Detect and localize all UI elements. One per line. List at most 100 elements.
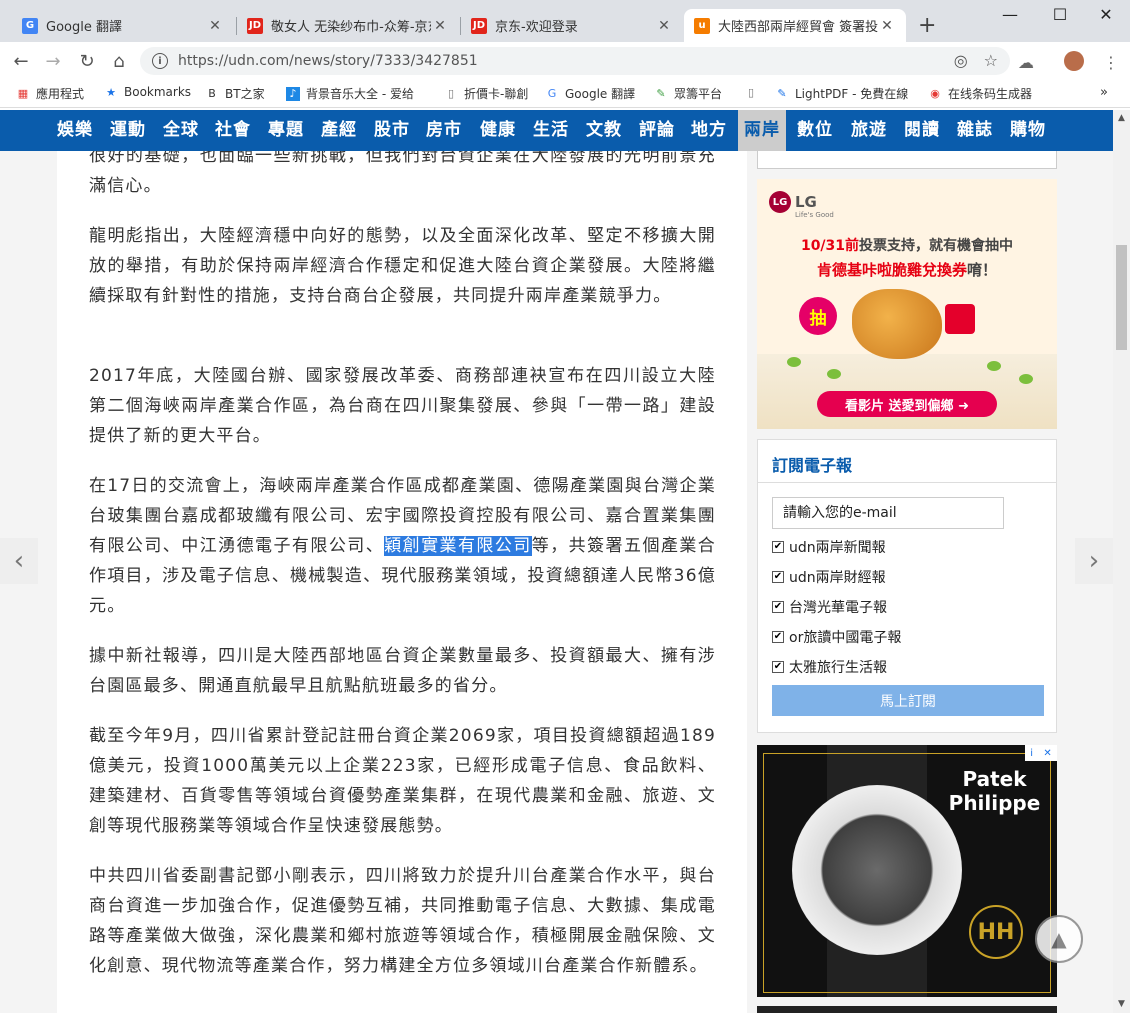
avatar[interactable]	[1064, 51, 1084, 71]
cloud-icon[interactable]: ☁	[1018, 53, 1034, 72]
nav-item[interactable]: 娛樂	[57, 110, 93, 151]
sprout-icon	[787, 357, 801, 367]
scroll-to-top-icon[interactable]: ▲	[1035, 915, 1083, 963]
nav-item[interactable]: 全球	[163, 110, 199, 151]
nav-item-active[interactable]: 兩岸	[738, 110, 786, 151]
menu-icon[interactable]: ⋮	[1103, 53, 1119, 72]
barcode-icon: ◉	[930, 87, 940, 100]
sidebar-top-box	[757, 151, 1057, 169]
star-icon[interactable]: ☆	[984, 51, 998, 70]
browser-tab[interactable]: JD 敬女人 无染纱布巾-众筹-京东 ✕	[237, 9, 459, 42]
maximize-button[interactable]: ☐	[1045, 5, 1075, 24]
email-field[interactable]: 請輸入您的e-mail	[772, 497, 1004, 529]
bookmark-item[interactable]: ▯	[744, 85, 764, 99]
checkbox-icon[interactable]: ✔	[772, 541, 784, 553]
nav-item[interactable]: 文教	[586, 110, 622, 151]
star-icon: ★	[106, 85, 116, 99]
bt-icon: B	[208, 87, 216, 100]
close-icon[interactable]: ✕	[655, 18, 673, 34]
location-icon[interactable]: ◎	[954, 51, 968, 70]
bookmark-item[interactable]: G Google 翻譯	[545, 85, 635, 102]
sprout-icon	[1019, 374, 1033, 384]
checkbox-icon[interactable]: ✔	[772, 631, 784, 643]
nav-item[interactable]: 產經	[321, 110, 357, 151]
scrollbar-thumb[interactable]	[1116, 245, 1127, 350]
ad-cta-button[interactable]: 看影片 送愛到偏鄉 ➜	[817, 391, 997, 417]
newsletter-checkbox[interactable]: ✔ udn兩岸新聞報	[772, 537, 886, 557]
lg-tagline: Life's Good	[795, 211, 834, 219]
nav-item[interactable]: 地方	[691, 110, 727, 151]
adchoices-icon[interactable]: i ✕	[1025, 745, 1057, 761]
bookmark-item[interactable]: ✎ LightPDF - 免費在線	[775, 85, 915, 102]
browser-tab-active[interactable]: u 大陸西部兩岸經貿會 簽署投資 ✕	[684, 9, 906, 42]
apps-icon: ▦	[17, 87, 29, 100]
window-close-button[interactable]: ✕	[1091, 5, 1121, 24]
lg-ad-banner[interactable]: LG LG Life's Good 10/31前投票支持，就有機會抽中 肯德基咔啦…	[757, 179, 1057, 429]
nav-item[interactable]: 數位	[797, 110, 833, 151]
nav-item[interactable]: 專題	[268, 110, 304, 151]
address-bar[interactable]: i https://udn.com/news/story/7333/342785…	[140, 47, 1010, 75]
page-icon: ▯	[447, 87, 455, 100]
newsletter-checkbox[interactable]: ✔ or旅讀中國電子報	[772, 627, 901, 647]
nav-item[interactable]: 運動	[110, 110, 146, 151]
bookmark-item[interactable]: ★ Bookmarks	[104, 85, 191, 99]
tab-title: 敬女人 无染纱布巾-众筹-京东	[271, 20, 431, 35]
fried-chicken-image	[852, 289, 942, 359]
bookmark-item[interactable]: ▯ 折價卡-聯創	[444, 85, 528, 102]
next-article-arrow-icon[interactable]: ›	[1075, 538, 1113, 584]
google-translate-icon: G	[22, 17, 38, 34]
jd-icon: JD	[471, 17, 487, 34]
info-icon[interactable]: i	[152, 53, 168, 69]
browser-toolbar: ← → ↻ ⌂ i https://udn.com/news/story/733…	[0, 42, 1130, 80]
close-icon[interactable]: ✕	[431, 18, 449, 34]
nav-item[interactable]: 健康	[480, 110, 516, 151]
newsletter-checkbox[interactable]: ✔ 太雅旅行生活報	[772, 657, 887, 677]
browser-tab[interactable]: JD 京东-欢迎登录 ✕	[461, 9, 683, 42]
nav-item[interactable]: 股市	[374, 110, 410, 151]
bookmark-item[interactable]: ◉ 在线条码生成器	[928, 85, 1032, 102]
back-icon[interactable]: ←	[8, 48, 34, 74]
scroll-down-icon[interactable]: ▼	[1113, 996, 1130, 1013]
bookmark-item[interactable]: ✎ 眾籌平台	[654, 85, 722, 102]
new-tab-button[interactable]: +	[918, 13, 936, 38]
lg-logo-icon: LG	[769, 191, 791, 213]
scroll-up-icon[interactable]: ▲	[1113, 110, 1130, 127]
close-icon[interactable]: ✕	[878, 18, 896, 34]
newsletter-checkbox[interactable]: ✔ 台灣光華電子報	[772, 597, 887, 617]
sprout-icon	[987, 361, 1001, 371]
article-paragraph: 很好的基礎，也面臨一些新挑戰，但我們對台資企業在大陸發展的光明前景充滿信心。	[89, 151, 716, 196]
nav-item[interactable]: 生活	[533, 110, 569, 151]
article-paragraph: 據中新社報導，四川是大陸西部地區台資企業數量最多、投資額最大、擁有涉台園區最多、…	[89, 646, 716, 696]
nav-item[interactable]: 旅遊	[851, 110, 887, 151]
nav-item[interactable]: 評論	[639, 110, 675, 151]
forward-icon[interactable]: →	[40, 48, 66, 74]
more-bookmarks-icon[interactable]: »	[1100, 85, 1108, 100]
checkbox-icon[interactable]: ✔	[772, 571, 784, 583]
nav-item[interactable]: 閱讀	[904, 110, 940, 151]
close-icon[interactable]: ✕	[206, 18, 224, 34]
lg-logo: LG LG	[769, 191, 817, 213]
prev-article-arrow-icon[interactable]: ‹	[0, 538, 38, 584]
home-icon[interactable]: ⌂	[106, 48, 132, 74]
bookmark-item[interactable]: ▦ 應用程式	[16, 85, 84, 102]
checkbox-icon[interactable]: ✔	[772, 661, 784, 673]
article-body: 很好的基礎，也面臨一些新挑戰，但我們對台資企業在大陸發展的光明前景充滿信心。 龍…	[57, 151, 747, 1013]
browser-tab[interactable]: G Google 翻譯 ✕	[12, 9, 234, 42]
patek-philippe-ad[interactable]: Patek Philippe HH i ✕	[757, 745, 1057, 997]
newsletter-checkbox[interactable]: ✔ udn兩岸財經報	[772, 567, 886, 587]
nav-item[interactable]: 社會	[215, 110, 251, 151]
tab-title: 京东-欢迎登录	[495, 20, 578, 35]
nav-item[interactable]: 房市	[426, 110, 462, 151]
tab-title: Google 翻譯	[46, 20, 122, 35]
subscribe-button[interactable]: 馬上訂閱	[772, 685, 1044, 716]
nav-item[interactable]: 雜誌	[957, 110, 993, 151]
selected-text[interactable]: 穎創實業有限公司	[384, 536, 532, 556]
udn-icon: u	[694, 17, 710, 34]
bookmark-item[interactable]: ♪ 背景音乐大全 - 爱给	[286, 85, 446, 102]
reload-icon[interactable]: ↻	[74, 48, 100, 74]
bookmark-item[interactable]: B BT之家	[205, 85, 264, 102]
minimize-button[interactable]: —	[995, 5, 1025, 24]
scrollbar[interactable]: ▲ ▼	[1113, 110, 1130, 1013]
nav-item[interactable]: 購物	[1010, 110, 1046, 151]
checkbox-icon[interactable]: ✔	[772, 601, 784, 613]
